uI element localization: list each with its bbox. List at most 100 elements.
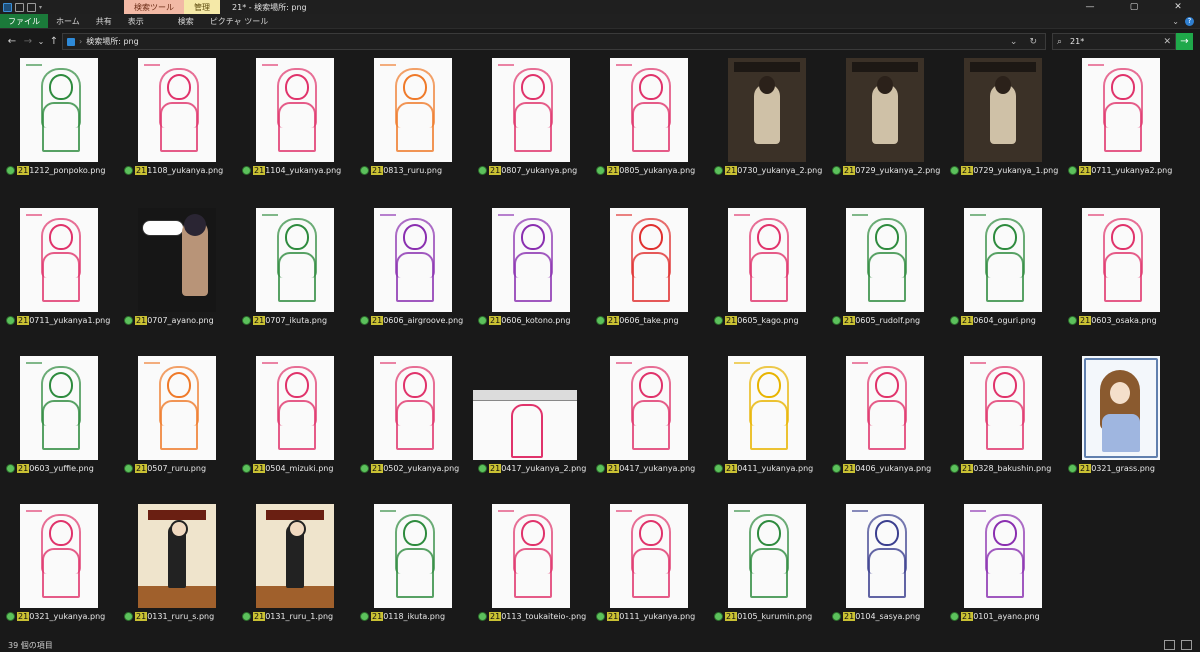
- context-tab-manage[interactable]: 管理: [184, 0, 221, 14]
- file-item[interactable]: 21 0411_yukanya.png: [708, 356, 826, 478]
- back-button[interactable]: ←: [4, 36, 20, 47]
- new-folder-icon[interactable]: [27, 2, 36, 12]
- file-item[interactable]: 21 0406_yukanya.png: [826, 356, 944, 478]
- file-thumbnail[interactable]: [728, 208, 806, 312]
- file-item[interactable]: 21 0730_yukanya_2.png: [708, 58, 826, 180]
- file-item[interactable]: 21 1108_yukanya.png: [118, 58, 236, 180]
- file-item[interactable]: 21 0707_ayano.png: [118, 208, 236, 330]
- file-item[interactable]: 21 1212_ponpoko.png: [0, 58, 118, 180]
- file-thumbnail[interactable]: [138, 208, 216, 312]
- file-thumbnail[interactable]: [610, 504, 688, 608]
- file-thumbnail[interactable]: [492, 208, 570, 312]
- up-button[interactable]: ↑: [46, 36, 62, 47]
- file-thumbnail[interactable]: [374, 504, 452, 608]
- go-search-button[interactable]: →: [1176, 33, 1193, 50]
- file-item[interactable]: 21 0604_oguri.png: [944, 208, 1062, 330]
- file-thumbnail[interactable]: [728, 356, 806, 460]
- tab-share[interactable]: 共有: [88, 14, 120, 28]
- file-item[interactable]: 21 0105_kurumin.png: [708, 504, 826, 626]
- file-item[interactable]: 21 0707_ikuta.png: [236, 208, 354, 330]
- file-item[interactable]: 21 0321_grass.png: [1062, 356, 1180, 478]
- file-thumbnail[interactable]: [610, 208, 688, 312]
- forward-button[interactable]: →: [20, 36, 36, 47]
- maximize-button[interactable]: ▢: [1112, 0, 1156, 14]
- file-thumbnail[interactable]: [473, 390, 577, 460]
- file-thumbnail[interactable]: [256, 208, 334, 312]
- file-thumbnail[interactable]: [374, 58, 452, 162]
- file-thumbnail[interactable]: [492, 58, 570, 162]
- search-input[interactable]: 21*: [1070, 37, 1084, 46]
- file-item[interactable]: 21 0131_ruru_s.png: [118, 504, 236, 626]
- tab-search[interactable]: 検索: [170, 14, 202, 28]
- file-thumbnail[interactable]: [728, 58, 806, 162]
- file-thumbnail[interactable]: [964, 504, 1042, 608]
- file-item[interactable]: 21 0118_ikuta.png: [354, 504, 472, 626]
- file-thumbnail[interactable]: [374, 356, 452, 460]
- file-item[interactable]: 21 0113_toukaiteio-.png: [472, 504, 590, 626]
- large-icons-view-icon[interactable]: [1181, 640, 1192, 650]
- file-thumbnail[interactable]: [20, 356, 98, 460]
- file-thumbnail[interactable]: [1082, 208, 1160, 312]
- file-item[interactable]: 21 0101_ayano.png: [944, 504, 1062, 626]
- file-item[interactable]: 21 0417_yukanya.png: [590, 356, 708, 478]
- file-thumbnail[interactable]: [846, 208, 924, 312]
- file-thumbnail[interactable]: [964, 208, 1042, 312]
- refresh-icon[interactable]: ↻: [1029, 37, 1037, 47]
- file-thumbnail[interactable]: [256, 504, 334, 608]
- file-item[interactable]: 21 0507_ruru.png: [118, 356, 236, 478]
- file-item[interactable]: 21 0606_take.png: [590, 208, 708, 330]
- file-thumbnail[interactable]: [1082, 356, 1160, 460]
- minimize-button[interactable]: —: [1068, 0, 1112, 14]
- tab-picture-tools[interactable]: ピクチャ ツール: [202, 14, 276, 28]
- expand-ribbon-icon[interactable]: ⌄: [1172, 17, 1179, 26]
- file-thumbnail[interactable]: [256, 58, 334, 162]
- file-thumbnail[interactable]: [728, 504, 806, 608]
- details-view-icon[interactable]: [1164, 640, 1175, 650]
- search-box[interactable]: ⌕ 21* ✕: [1052, 33, 1176, 50]
- breadcrumb-separator[interactable]: ›: [79, 37, 82, 46]
- tab-file[interactable]: ファイル: [0, 14, 48, 28]
- file-item[interactable]: 21 0104_sasya.png: [826, 504, 944, 626]
- file-item[interactable]: 21 0131_ruru_1.png: [236, 504, 354, 626]
- file-item[interactable]: 21 0502_yukanya.png: [354, 356, 472, 478]
- file-thumbnail[interactable]: [964, 58, 1042, 162]
- clear-search-icon[interactable]: ✕: [1163, 37, 1171, 47]
- file-item[interactable]: 21 1104_yukanya.png: [236, 58, 354, 180]
- file-thumbnail[interactable]: [20, 208, 98, 312]
- properties-icon[interactable]: [15, 2, 24, 12]
- file-item[interactable]: 21 0606_airgroove.png: [354, 208, 472, 330]
- file-item[interactable]: 21 0807_yukanya.png: [472, 58, 590, 180]
- file-thumbnail[interactable]: [256, 356, 334, 460]
- file-item[interactable]: 21 0321_yukanya.png: [0, 504, 118, 626]
- breadcrumb[interactable]: 検索場所: png: [86, 36, 138, 47]
- file-thumbnail[interactable]: [1082, 58, 1160, 162]
- tab-view[interactable]: 表示: [120, 14, 152, 28]
- file-item[interactable]: 21 0805_yukanya.png: [590, 58, 708, 180]
- file-item[interactable]: 21 0328_bakushin.png: [944, 356, 1062, 478]
- file-item[interactable]: 21 0813_ruru.png: [354, 58, 472, 180]
- file-item[interactable]: 21 0603_osaka.png: [1062, 208, 1180, 330]
- file-item[interactable]: 21 0729_yukanya_2.png: [826, 58, 944, 180]
- file-item[interactable]: 21 0711_yukanya2.png: [1062, 58, 1180, 180]
- help-icon[interactable]: ?: [1185, 16, 1194, 26]
- file-thumbnail[interactable]: [964, 356, 1042, 460]
- file-item[interactable]: 21 0729_yukanya_1.png: [944, 58, 1062, 180]
- file-thumbnail[interactable]: [374, 208, 452, 312]
- file-thumbnail[interactable]: [492, 504, 570, 608]
- file-thumbnail[interactable]: [138, 356, 216, 460]
- file-thumbnail[interactable]: [846, 356, 924, 460]
- address-dropdown-icon[interactable]: ⌄: [1010, 37, 1018, 47]
- tab-home[interactable]: ホーム: [48, 14, 88, 28]
- file-item[interactable]: 21 0111_yukanya.png: [590, 504, 708, 626]
- file-thumbnail[interactable]: [846, 58, 924, 162]
- file-item[interactable]: 21 0711_yukanya1.png: [0, 208, 118, 330]
- close-button[interactable]: ✕: [1156, 0, 1200, 14]
- file-thumbnail[interactable]: [610, 58, 688, 162]
- file-item[interactable]: 21 0504_mizuki.png: [236, 356, 354, 478]
- file-item[interactable]: 21 0606_kotono.png: [472, 208, 590, 330]
- context-tab-search-tools[interactable]: 検索ツール: [124, 0, 185, 14]
- file-item[interactable]: 21 0417_yukanya_2.png: [472, 356, 590, 478]
- file-thumbnail[interactable]: [20, 58, 98, 162]
- file-thumbnail[interactable]: [138, 504, 216, 608]
- file-thumbnail[interactable]: [20, 504, 98, 608]
